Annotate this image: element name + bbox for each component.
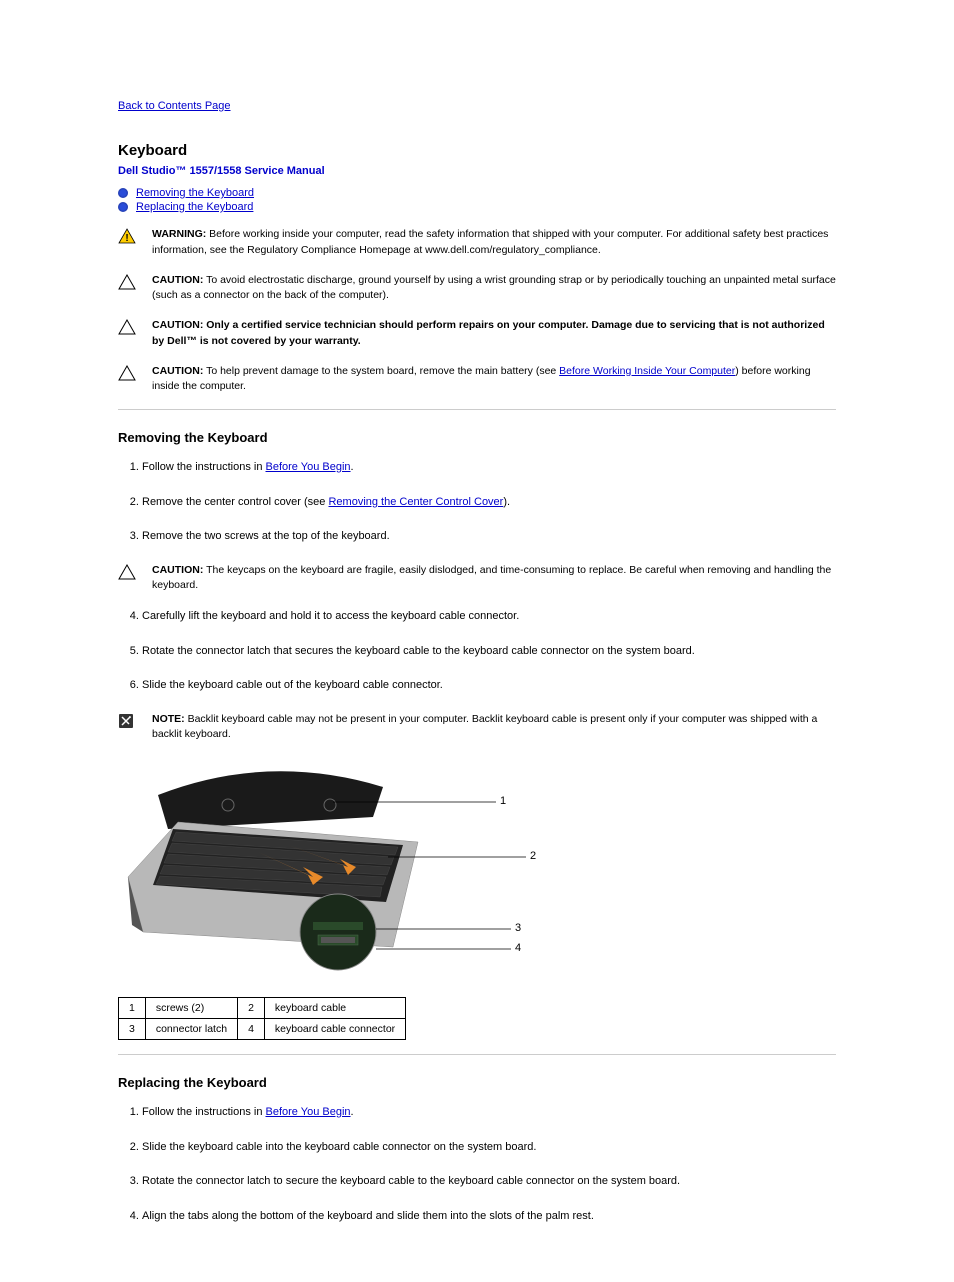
callout-3: 3 <box>515 922 521 934</box>
legend-label: connector latch <box>145 1019 237 1040</box>
caution-label: CAUTION: <box>152 564 203 576</box>
figure-legend-table: 1 screws (2) 2 keyboard cable 3 connecto… <box>118 997 406 1040</box>
before-you-begin-link[interactable]: Before You Begin <box>266 461 351 473</box>
removing-section-title: Removing the Keyboard <box>118 430 836 445</box>
step-item: Remove the two screws at the top of the … <box>142 528 836 545</box>
step-item: Slide the keyboard cable into the keyboa… <box>142 1139 836 1156</box>
before-you-begin-link[interactable]: Before You Begin <box>266 1106 351 1118</box>
caution-board-notice: CAUTION: To help prevent damage to the s… <box>118 364 836 396</box>
callout-1: 1 <box>500 795 506 807</box>
svg-text:!: ! <box>125 233 128 244</box>
caution-label: CAUTION: <box>152 319 203 331</box>
caution-tech-text: Only a certified service technician shou… <box>152 319 825 347</box>
legend-num: 4 <box>238 1019 265 1040</box>
section-divider <box>118 409 836 410</box>
warning-text: Before working inside your computer, rea… <box>152 228 828 256</box>
note-label: NOTE: <box>152 713 185 725</box>
laptop-illustration <box>118 757 538 987</box>
step-item: Follow the instructions in Before You Be… <box>142 1104 836 1121</box>
back-to-contents-link[interactable]: Back to Contents Page <box>118 100 836 112</box>
step-item: Align the tabs along the bottom of the k… <box>142 1208 836 1225</box>
caution-esd-notice: CAUTION: To avoid electrostatic discharg… <box>118 273 836 305</box>
removing-steps: Follow the instructions in Before You Be… <box>118 459 836 545</box>
note-text: Backlit keyboard cable may not be presen… <box>152 713 817 741</box>
manual-subtitle: Dell Studio™ 1557/1558 Service Manual <box>118 165 836 177</box>
table-of-contents: Removing the Keyboard Replacing the Keyb… <box>118 187 836 213</box>
callout-2: 2 <box>530 850 536 862</box>
section-divider <box>118 1054 836 1055</box>
note-icon <box>118 713 152 729</box>
step-item: Carefully lift the keyboard and hold it … <box>142 608 836 625</box>
caution-tech-notice: CAUTION: Only a certified service techni… <box>118 318 836 350</box>
legend-label: screws (2) <box>145 998 237 1019</box>
note-palmrest: NOTE: Backlit keyboard cable may not be … <box>118 712 836 744</box>
step-item: Follow the instructions in Before You Be… <box>142 459 836 476</box>
center-control-link[interactable]: Removing the Center Control Cover <box>328 496 503 508</box>
caution-icon <box>118 274 152 290</box>
legend-label: keyboard cable connector <box>264 1019 405 1040</box>
legend-num: 1 <box>119 998 146 1019</box>
step-item: Rotate the connector latch to secure the… <box>142 1173 836 1190</box>
warning-notice: ! WARNING: Before working inside your co… <box>118 227 836 259</box>
toc-link-removing[interactable]: Removing the Keyboard <box>136 187 254 199</box>
step-item: Slide the keyboard cable out of the keyb… <box>142 677 836 694</box>
page-title: Keyboard <box>118 142 836 159</box>
legend-label: keyboard cable <box>264 998 405 1019</box>
step-item: Remove the center control cover (see Rem… <box>142 494 836 511</box>
caution-keycaps-text: The keycaps on the keyboard are fragile,… <box>152 564 831 592</box>
legend-num: 3 <box>119 1019 146 1040</box>
keyboard-figure: 1 2 3 4 1 screws (2) 2 keyboard cable 3 … <box>118 757 836 1040</box>
replacing-section-title: Replacing the Keyboard <box>118 1075 836 1090</box>
before-working-link[interactable]: Before Working Inside Your Computer <box>559 365 735 377</box>
step-item: Rotate the connector latch that secures … <box>142 643 836 660</box>
caution-icon <box>118 319 152 335</box>
caution-label: CAUTION: <box>152 274 203 286</box>
toc-link-replacing[interactable]: Replacing the Keyboard <box>136 201 253 213</box>
caution-board-prefix: To help prevent damage to the system boa… <box>206 365 559 377</box>
caution-label: CAUTION: <box>152 365 203 377</box>
caution-icon <box>118 365 152 381</box>
legend-num: 2 <box>238 998 265 1019</box>
callout-4: 4 <box>515 942 521 954</box>
warning-label: WARNING: <box>152 228 206 240</box>
caution-esd-text: To avoid electrostatic discharge, ground… <box>152 274 836 302</box>
bullet-icon <box>118 202 128 212</box>
removing-steps-cont: Carefully lift the keyboard and hold it … <box>118 608 836 694</box>
caution-keycaps-notice: CAUTION: The keycaps on the keyboard are… <box>118 563 836 595</box>
bullet-icon <box>118 188 128 198</box>
replacing-steps: Follow the instructions in Before You Be… <box>118 1104 836 1224</box>
caution-icon <box>118 564 152 580</box>
warning-icon: ! <box>118 228 152 244</box>
